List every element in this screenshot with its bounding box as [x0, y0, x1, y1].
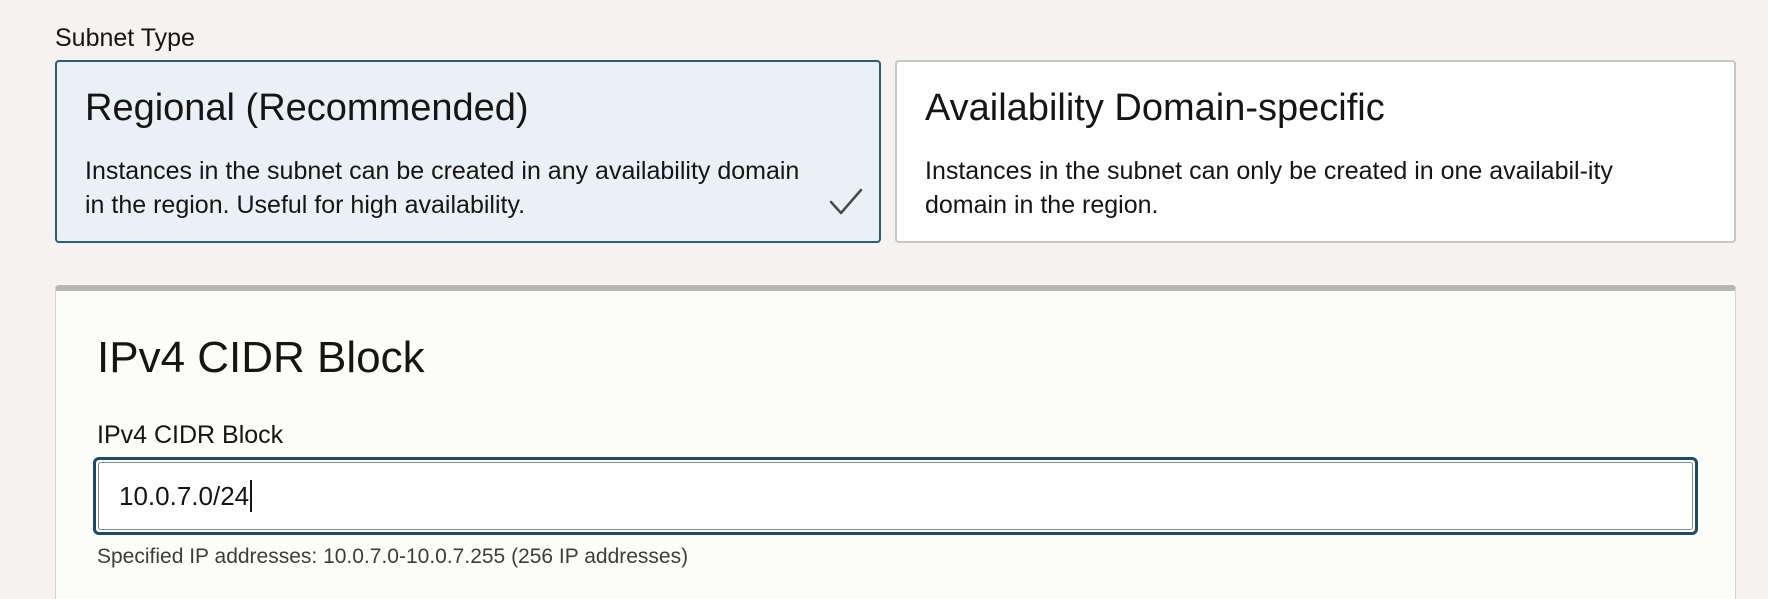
section-title: IPv4 CIDR Block [97, 333, 425, 382]
cidr-helper-text: Specified IP addresses: 10.0.7.0-10.0.7.… [97, 545, 689, 568]
page: Subnet Type Regional (Recommended) Insta… [0, 0, 1768, 599]
cidr-input-focus-ring[interactable]: 10.0.7.0/24 [93, 457, 1698, 535]
option-title: Regional (Recommended) [85, 87, 529, 129]
text-caret [250, 480, 253, 512]
cidr-input[interactable]: 10.0.7.0/24 [98, 462, 1693, 530]
subnet-type-option-ad-specific[interactable]: Availability Domain-specific Instances i… [895, 60, 1736, 243]
option-description: Instances in the subnet can be created i… [85, 157, 800, 219]
subnet-type-label: Subnet Type [55, 24, 195, 52]
cidr-block-section: IPv4 CIDR Block IPv4 CIDR Block 10.0.7.0… [55, 285, 1736, 599]
option-description: Instances in the subnet can only be crea… [925, 157, 1613, 219]
cidr-input-value: 10.0.7.0/24 [119, 480, 250, 511]
option-title: Availability Domain-specific [925, 87, 1385, 129]
subnet-type-option-regional[interactable]: Regional (Recommended) Instances in the … [55, 60, 881, 243]
cidr-field-label: IPv4 CIDR Block [97, 421, 284, 449]
check-icon [829, 188, 863, 215]
